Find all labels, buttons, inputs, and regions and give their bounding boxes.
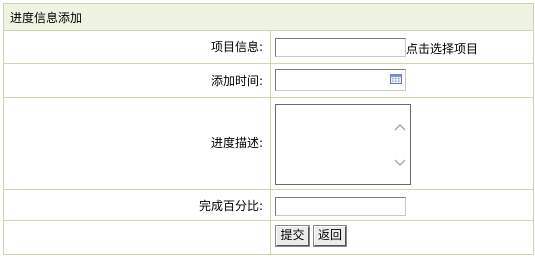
column-divider — [270, 64, 271, 97]
calendar-icon[interactable] — [390, 74, 402, 84]
submit-button[interactable]: 提交 — [275, 225, 310, 247]
scroll-up-icon[interactable] — [394, 123, 406, 131]
column-divider — [270, 31, 271, 63]
row-project: 项目信息: 点击选择项目 — [3, 31, 534, 64]
scroll-down-icon[interactable] — [394, 159, 406, 167]
percent-input[interactable] — [275, 197, 406, 216]
row-actions: 提交 返回 — [3, 221, 534, 255]
form-title-bar: 进度信息添加 — [3, 3, 534, 31]
description-label: 进度描述: — [210, 136, 263, 150]
description-textarea[interactable] — [275, 104, 411, 185]
row-add-time: 添加时间: — [3, 64, 534, 98]
form-title: 进度信息添加 — [10, 11, 83, 25]
row-percent: 完成百分比: — [3, 190, 534, 221]
project-input[interactable] — [275, 38, 406, 57]
column-divider — [270, 190, 271, 220]
row-description: 进度描述: — [3, 98, 534, 190]
back-button[interactable]: 返回 — [313, 225, 347, 247]
percent-label: 完成百分比: — [198, 199, 263, 213]
select-project-link[interactable]: 点击选择项目 — [406, 42, 478, 56]
add-time-label: 添加时间: — [210, 74, 263, 88]
column-divider — [270, 221, 271, 254]
project-label: 项目信息: — [210, 40, 263, 54]
column-divider — [270, 98, 271, 189]
add-time-input[interactable] — [275, 69, 406, 91]
